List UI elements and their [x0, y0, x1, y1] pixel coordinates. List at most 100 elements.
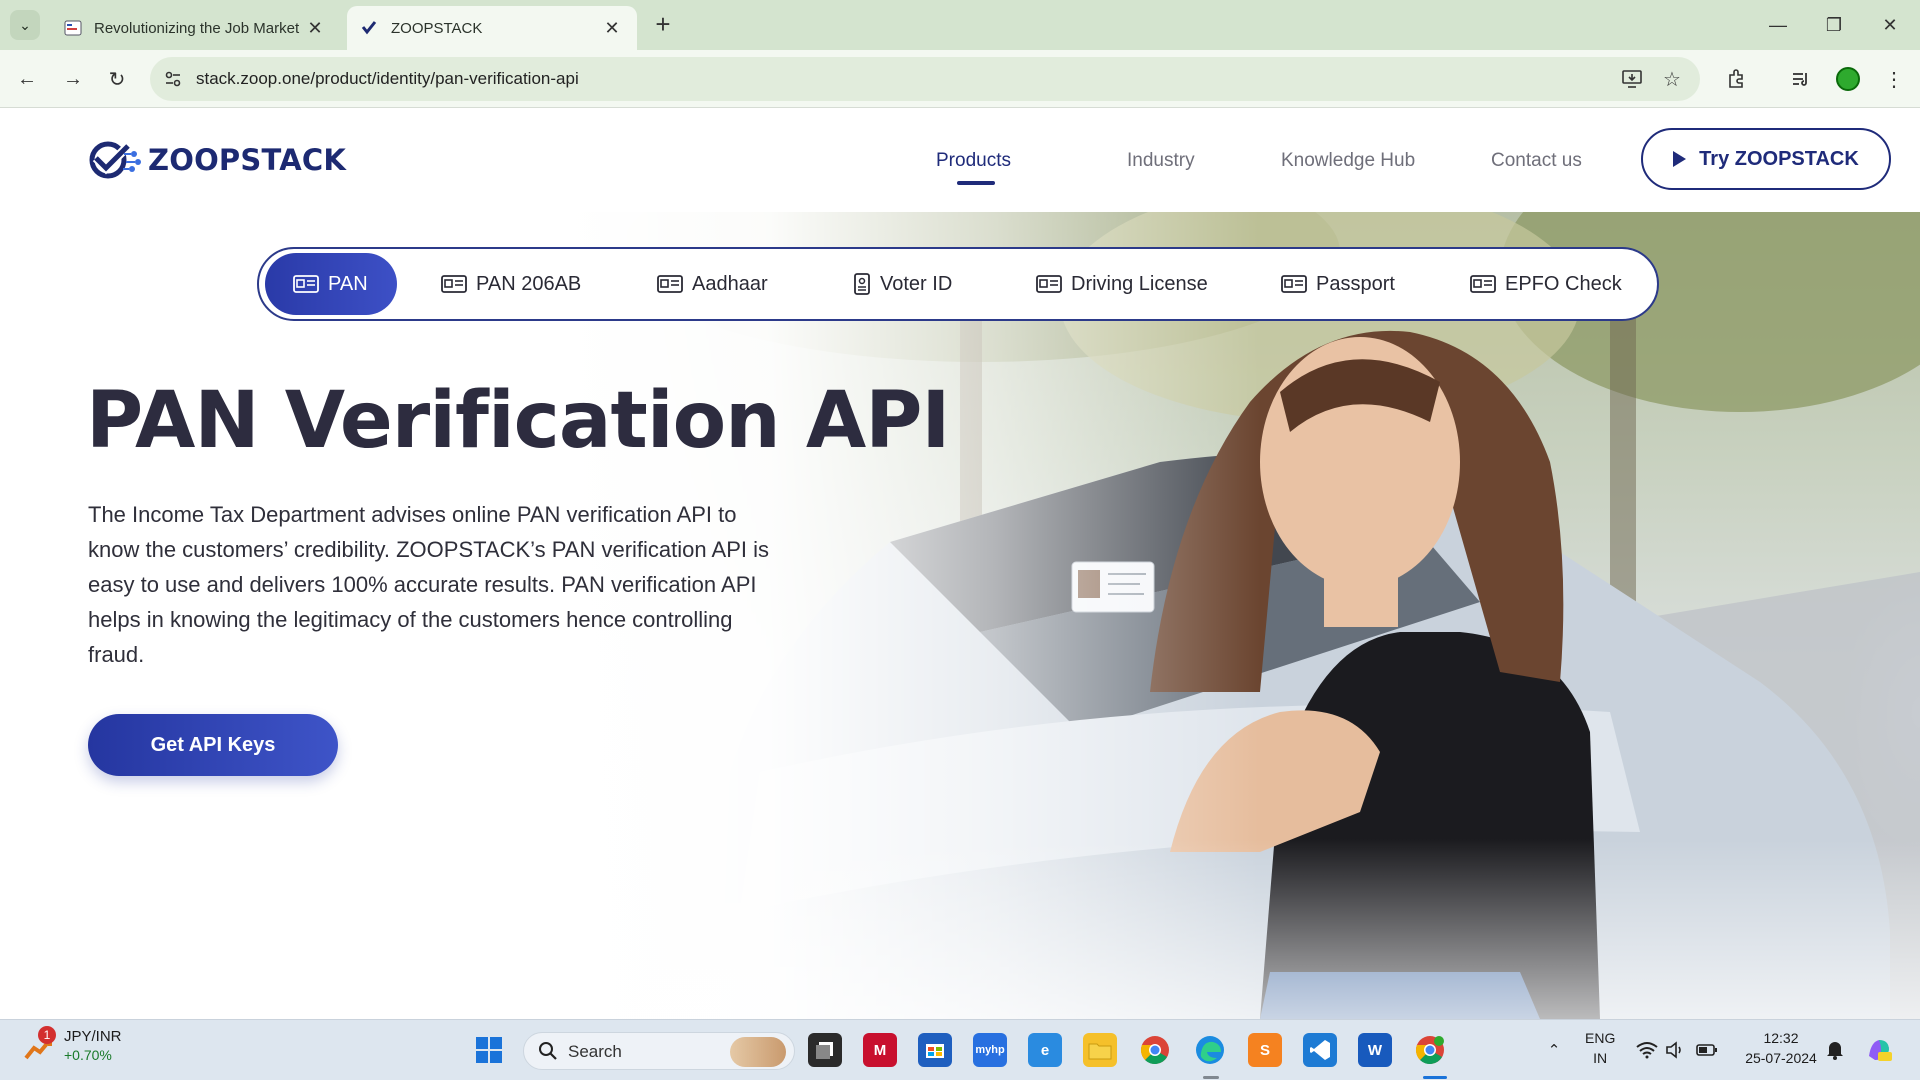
taskbar-search[interactable]: Search [523, 1032, 795, 1070]
microsoft-store-icon[interactable] [918, 1033, 952, 1067]
product-tabs: PAN PAN 206AB Aadhaar Voter ID Driving L… [257, 247, 1659, 321]
tab-label: PAN [328, 272, 368, 295]
nav-knowledge-hub[interactable]: Knowledge Hub [1281, 150, 1415, 172]
tab-label: PAN 206AB [476, 272, 582, 295]
forward-button[interactable]: → [56, 62, 90, 96]
arrow-left-icon: ← [17, 67, 37, 90]
currency-pair: JPY/INR [64, 1028, 122, 1045]
back-button[interactable]: ← [10, 62, 44, 96]
zoopstack-favicon-icon [361, 21, 377, 35]
profile-avatar[interactable] [1832, 63, 1864, 95]
site-info-icon[interactable] [162, 68, 184, 90]
notification-bell-icon[interactable] [1818, 1033, 1852, 1067]
tab-label: Passport [1316, 272, 1395, 295]
id-card-icon [1036, 275, 1062, 293]
media-control-icon[interactable] [1785, 63, 1817, 95]
id-card-icon [1281, 275, 1307, 293]
tab-passport[interactable]: Passport [1281, 253, 1395, 315]
extensions-icon[interactable] [1720, 63, 1752, 95]
search-icon [539, 1042, 557, 1060]
clock-date: 25-07-2024 [1745, 1050, 1817, 1066]
chevron-up-icon[interactable]: ⌃ [1537, 1033, 1571, 1067]
active-app-indicator [1423, 1076, 1447, 1079]
new-tab-button[interactable]: + [650, 11, 676, 38]
hero-description: The Income Tax Department advises online… [88, 502, 769, 667]
tab-title: Revolutionizing the Job Market [94, 19, 300, 37]
reload-icon: ↻ [108, 68, 126, 91]
tab-driving-license[interactable]: Driving License [1036, 253, 1208, 315]
browser-tabstrip: ⌄ Revolutionizing the Job Market ✕ ZOOPS… [0, 0, 1920, 50]
tab-aadhaar[interactable]: Aadhaar [657, 253, 768, 315]
nav-industry[interactable]: Industry [1127, 150, 1195, 172]
edge-icon[interactable] [1193, 1033, 1227, 1067]
currency-change: +0.70% [64, 1047, 112, 1063]
notification-badge: 1 [38, 1026, 56, 1044]
search-label: Search [568, 1042, 622, 1061]
page-title: PAN Verification API [86, 376, 950, 466]
close-window-button[interactable]: ✕ [1862, 8, 1918, 42]
tab-pan-206ab[interactable]: PAN 206AB [441, 253, 581, 315]
bookmark-star-icon[interactable]: ☆ [1660, 67, 1684, 91]
zoopstack-logo[interactable]: ZOOPSTACK [88, 140, 346, 180]
nav-active-indicator [957, 181, 995, 185]
tab-pan[interactable]: PAN [265, 253, 397, 315]
search-highlight-image [730, 1037, 786, 1067]
chevron-down-icon: ⌄ [19, 16, 31, 33]
tab-label: EPFO Check [1505, 272, 1622, 295]
web-page: ZOOPSTACK Products Industry Knowledge Hu… [0, 109, 1920, 1019]
tab-epfo-check[interactable]: EPFO Check [1470, 253, 1622, 315]
close-tab-icon[interactable]: ✕ [304, 17, 326, 39]
id-card-icon [1470, 275, 1496, 293]
tab-title: ZOOPSTACK [391, 19, 483, 37]
tab-label: Voter ID [880, 272, 953, 295]
tab-label: Driving License [1071, 272, 1208, 295]
reload-button[interactable]: ↻ [100, 62, 134, 96]
file-explorer-icon[interactable] [1083, 1033, 1117, 1067]
tab-voter-id[interactable]: Voter ID [853, 253, 952, 315]
stock-widget-icon: 1 [22, 1026, 56, 1064]
site-favicon-icon [64, 20, 82, 36]
copilot-icon[interactable] [1862, 1033, 1896, 1067]
running-indicator [1203, 1076, 1219, 1079]
more-menu-icon[interactable]: ⋮ [1878, 63, 1910, 95]
sublime-text-icon[interactable]: S [1248, 1033, 1282, 1067]
restore-button[interactable]: ❐ [1806, 8, 1862, 42]
try-zoopstack-button[interactable]: Try ZOOPSTACK [1641, 128, 1891, 190]
language-indicator[interactable]: ENG IN [1585, 1028, 1615, 1068]
zoopstack-logo-icon [89, 141, 141, 179]
browser-tab-inactive[interactable]: Revolutionizing the Job Market ✕ [50, 6, 340, 50]
clock[interactable]: 12:32 25-07-2024 [1741, 1028, 1821, 1068]
try-zoopstack-label: Try ZOOPSTACK [1699, 147, 1859, 170]
myhp-icon[interactable]: myhp [973, 1033, 1007, 1067]
close-tab-icon[interactable]: ✕ [601, 17, 623, 39]
task-view-icon[interactable] [808, 1033, 842, 1067]
tab-search-button[interactable]: ⌄ [10, 10, 40, 40]
minimize-button[interactable]: — [1750, 8, 1806, 42]
battery-icon[interactable] [1690, 1033, 1724, 1067]
vscode-icon[interactable] [1303, 1033, 1337, 1067]
mcafee-icon[interactable]: M [863, 1033, 897, 1067]
install-app-icon[interactable] [1620, 67, 1644, 91]
nav-contact-us[interactable]: Contact us [1491, 150, 1582, 172]
chrome-profile-icon[interactable] [1413, 1033, 1447, 1067]
region-code: IN [1593, 1050, 1608, 1066]
weather-widget[interactable]: 1 JPY/INR +0.70% [22, 1026, 122, 1064]
weather-app-icon[interactable]: e [1028, 1033, 1062, 1067]
start-button[interactable] [472, 1033, 506, 1067]
tab-label: Aadhaar [692, 272, 768, 295]
id-card-icon [441, 275, 467, 293]
arrow-right-icon: → [63, 67, 83, 90]
windows-taskbar: 1 JPY/INR +0.70% Search M myhp e S W ⌃ E… [0, 1019, 1920, 1080]
nav-products[interactable]: Products [936, 150, 1011, 172]
get-api-keys-button[interactable]: Get API Keys [88, 714, 338, 776]
language-code: ENG [1585, 1030, 1616, 1046]
browser-tab-active[interactable]: ZOOPSTACK ✕ [347, 6, 637, 50]
clock-time: 12:32 [1763, 1030, 1799, 1046]
address-bar[interactable]: stack.zoop.one/product/identity/pan-veri… [150, 57, 1700, 101]
browser-toolbar: ← → ↻ stack.zoop.one/product/identity/pa… [0, 50, 1920, 108]
volume-icon[interactable] [1658, 1033, 1692, 1067]
id-card-icon [293, 275, 319, 293]
word-icon[interactable]: W [1358, 1033, 1392, 1067]
id-card-icon [657, 275, 683, 293]
chrome-icon[interactable] [1138, 1033, 1172, 1067]
